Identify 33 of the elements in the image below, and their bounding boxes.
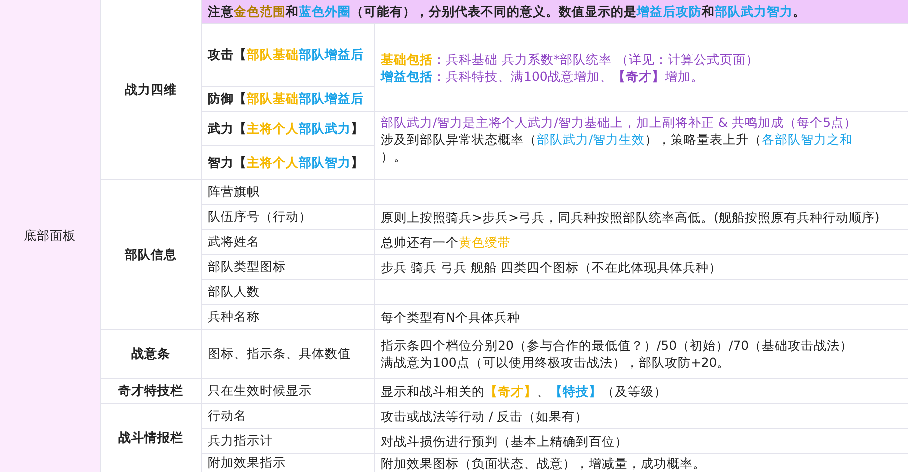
group-label: 战力四维 <box>101 0 201 179</box>
table-cell: 防御【部队基础部队增益后 <box>202 87 374 111</box>
table-cell: 对战斗损伤进行预判（基本上精确到百位） <box>375 429 908 453</box>
table-cell: 部队武力/智力是主将个人武力/智力基础上，加上副将补正 & 共鸣加成（每个5点） 涉及到部队异常状态概率（部队武力/智力生效），策略量表上升（各部队智力之和 ）。 <box>375 112 908 179</box>
table-cell: 只在生效时候显示 <box>202 379 374 403</box>
table-cell: 攻击或战法等行动 / 反击（如果有） <box>375 404 908 428</box>
table-cell: 部队类型图标 <box>202 255 374 279</box>
table-cell: 原则上按照骑兵>步兵>弓兵，同兵种按照部队统率高低。(舰船按照原有兵种行动顺序) <box>375 205 908 229</box>
table-cell: 攻击【部队基础部队增益后 <box>202 24 374 86</box>
group-label: 部队信息 <box>101 180 201 329</box>
table-cell: 队伍序号（行动） <box>202 205 374 229</box>
table-cell: 武力【主将个人部队武力】 <box>202 112 374 145</box>
table-cell: 附加效果图标（负面状态、战意），增减量，成功概率。 <box>375 454 908 472</box>
table-cell: 部队人数 <box>202 280 374 304</box>
table-cell: 基础包括：兵科基础 兵力系数*部队统率 （详见：计算公式页面） 增益包括：兵科特技、满100战意增加、【奇才】增加。 <box>375 24 908 111</box>
table-cell: 图标、指示条、具体数值 <box>202 330 374 378</box>
table-cell: 指示条四个档位分别20（参与合作的最低值？）/50（初始）/70（基础攻击战法） 满战意为100点（可以使用终极攻击战法），部队攻防+20。 <box>375 330 908 378</box>
table-cell: 附加效果指示 <box>202 454 374 472</box>
table-cell: 兵力指示计 <box>202 429 374 453</box>
table-cell: 行动名 <box>202 404 374 428</box>
table-cell: 注意金色范围和蓝色外圈（可能有），分别代表不同的意义。数值显示的是增益后攻防和部队武力智力。 <box>202 0 908 23</box>
group-label: 奇才特技栏 <box>101 379 201 403</box>
table-cell: 智力【主将个人部队智力】 <box>202 146 374 179</box>
table-cell: 每个类型有N个具体兵种 <box>375 305 908 329</box>
section-label: 底部面板 <box>0 0 100 472</box>
table-cell: 显示和战斗相关的【奇才】、【特技】（及等级） <box>375 379 908 403</box>
table-cell: 步兵 骑兵 弓兵 舰船 四类四个图标（不在此体现具体兵种） <box>375 255 908 279</box>
table-cell: 总帅还有一个黄色绶带 <box>375 230 908 254</box>
group-label: 战斗情报栏 <box>101 404 201 472</box>
table-cell: 阵营旗帜 <box>202 180 374 204</box>
table-cell: 武将姓名 <box>202 230 374 254</box>
table-cell: 兵种名称 <box>202 305 374 329</box>
group-label: 战意条 <box>101 330 201 378</box>
